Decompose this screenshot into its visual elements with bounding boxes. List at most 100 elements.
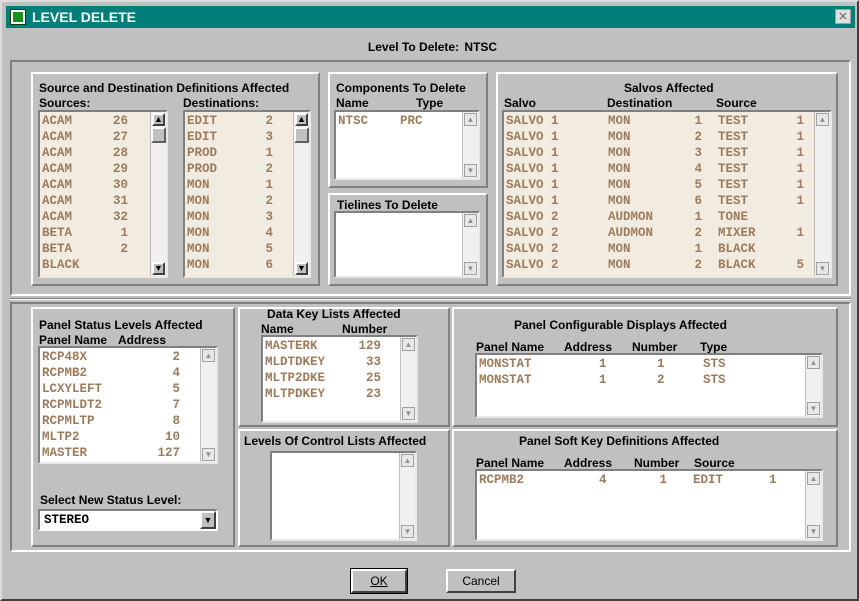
soft-key-scrollbar[interactable]: ▲ ▼ xyxy=(805,471,821,539)
scroll-down-icon[interactable]: ▼ xyxy=(807,525,820,538)
scroll-up-icon[interactable]: ▲ xyxy=(807,472,820,485)
panel-status-list[interactable]: RCP48X 2 RCPMB2 4 LCXYLEFT 5 RCPMLDT2 7 RCPMLTP 8… xyxy=(38,346,218,464)
configurable-list[interactable]: MONSTAT 1 1 STS MONSTAT 1 2 STS ▲ ▼ xyxy=(475,353,823,418)
components-list[interactable]: NTSC PRC ▲ ▼ xyxy=(334,110,480,180)
scroll-down-icon[interactable]: ▼ xyxy=(816,262,829,275)
scroll-down-icon[interactable]: ▼ xyxy=(295,262,308,275)
panel-status-row-cell: 8 xyxy=(172,414,180,428)
salvo-row-cell: 1 xyxy=(694,242,702,256)
cancel-button[interactable]: Cancel xyxy=(446,569,516,593)
scroll-up-icon[interactable]: ▲ xyxy=(295,113,308,126)
salvo-row-cell: BLACK xyxy=(718,242,756,256)
salvo-row[interactable]: SALVO 1 MON 2 TEST 1 xyxy=(506,130,830,144)
panel-status-row[interactable]: RCPMB2 4 xyxy=(42,366,216,380)
panel-status-scrollbar[interactable]: ▲ ▼ xyxy=(200,348,216,462)
destination-row-cell: 3 xyxy=(265,130,273,144)
salvo-row-cell: MON xyxy=(608,194,631,208)
panel-status-row[interactable]: RCP48X 2 xyxy=(42,350,216,364)
scroll-up-icon[interactable]: ▲ xyxy=(464,113,477,126)
configurable-row[interactable]: MONSTAT 1 2 STS xyxy=(479,373,821,387)
destinations-list[interactable]: EDIT 2 EDIT 3 PROD 1 PROD 2 MON 1 MON 2 MON 3 MON 4 MON 5… xyxy=(183,110,311,278)
scroll-up-icon[interactable]: ▲ xyxy=(816,113,829,126)
salvo-row[interactable]: SALVO 1 MON 5 TEST 1 xyxy=(506,178,830,192)
panel-status-row[interactable]: MASTER 127 xyxy=(42,446,216,460)
soft-key-row[interactable]: RCPMB2 4 1 EDIT 1 xyxy=(479,473,821,487)
salvo-row-cell: TEST xyxy=(718,146,749,160)
scroll-down-icon[interactable]: ▼ xyxy=(401,525,414,538)
configurable-row[interactable]: MONSTAT 1 1 STS xyxy=(479,357,821,371)
source-row-cell: 2 xyxy=(120,242,128,256)
scroll-thumb[interactable] xyxy=(151,127,166,143)
data-key-row[interactable]: MASTERK 129 xyxy=(265,339,416,353)
salvo-row-cell: TEST xyxy=(718,194,749,208)
configurable-scrollbar[interactable]: ▲ ▼ xyxy=(805,355,821,416)
destinations-scrollbar[interactable]: ▲ ▼ xyxy=(293,112,309,276)
scroll-up-icon[interactable]: ▲ xyxy=(807,356,820,369)
component-row[interactable]: NTSC PRC xyxy=(338,114,478,128)
salvo-row-cell: TEST xyxy=(718,162,749,176)
sources-list[interactable]: ACAM 26 ACAM 27 ACAM 28 ACAM 29 ACAM 30 ACAM 31 ACAM… xyxy=(38,110,168,278)
data-key-row[interactable]: MLTPDKEY 23 xyxy=(265,387,416,401)
level-delete-dialog: LEVEL DELETE ✕ Level To Delete: NTSC Sou… xyxy=(0,0,859,601)
salvo-row[interactable]: SALVO 2 MON 1 BLACK xyxy=(506,242,830,256)
status-level-select[interactable]: STEREO ▼ xyxy=(38,509,218,531)
salvo-row[interactable]: SALVO 1 MON 3 TEST 1 xyxy=(506,146,830,160)
salvo-row[interactable]: SALVO 1 MON 6 TEST 1 xyxy=(506,194,830,208)
salvo-row-cell: 1 xyxy=(694,210,702,224)
destination-row-cell: MON xyxy=(187,210,210,224)
levels-control-scrollbar[interactable]: ▲ ▼ xyxy=(399,453,415,539)
source-row-cell: ACAM xyxy=(42,178,73,192)
scroll-down-icon[interactable]: ▼ xyxy=(464,262,477,275)
scroll-up-icon[interactable]: ▲ xyxy=(202,349,215,362)
salvo-row[interactable]: SALVO 2 AUDMON 2 MIXER 1 xyxy=(506,226,830,240)
salvo-row[interactable]: SALVO 2 AUDMON 1 TONE xyxy=(506,210,830,224)
chevron-down-icon[interactable]: ▼ xyxy=(200,511,216,529)
salvo-row[interactable]: SALVO 1 MON 1 TEST 1 xyxy=(506,114,830,128)
scroll-down-icon[interactable]: ▼ xyxy=(464,164,477,177)
scroll-thumb[interactable] xyxy=(294,127,309,143)
source-row-cell: 29 xyxy=(112,162,128,176)
soft-key-header-number: Number xyxy=(634,456,680,470)
tielines-list[interactable]: ▲ ▼ xyxy=(334,211,480,278)
scroll-down-icon[interactable]: ▼ xyxy=(807,402,820,415)
scroll-down-icon[interactable]: ▼ xyxy=(402,407,415,420)
scroll-up-icon[interactable]: ▲ xyxy=(402,338,415,351)
data-key-list[interactable]: MASTERK 129 MLDTDKEY 33 MLTP2DKE 25 MLTPDKEY 23… xyxy=(261,335,418,423)
salvos-list[interactable]: SALVO 1 MON 1 TEST 1 SALVO 1 MON 2 TEST 1 SALVO 1 M… xyxy=(502,110,832,278)
scroll-down-icon[interactable]: ▼ xyxy=(202,448,215,461)
data-key-row[interactable]: MLTP2DKE 25 xyxy=(265,371,416,385)
panel-status-row[interactable]: LCXYLEFT 5 xyxy=(42,382,216,396)
data-key-row-cell: MLDTDKEY xyxy=(265,355,326,369)
destination-row-cell: PROD xyxy=(187,162,218,176)
panel-status-title: Panel Status Levels Affected xyxy=(39,318,203,332)
cancel-button-label: Cancel xyxy=(462,574,500,588)
salvo-row[interactable]: SALVO 2 MON 2 BLACK 5 xyxy=(506,258,830,272)
data-key-scrollbar[interactable]: ▲ ▼ xyxy=(400,337,416,421)
window-title: LEVEL DELETE xyxy=(32,9,136,25)
scroll-up-icon[interactable]: ▲ xyxy=(464,214,477,227)
panel-status-row[interactable]: RCPMLTP 8 xyxy=(42,414,216,428)
scroll-up-icon[interactable]: ▲ xyxy=(401,454,414,467)
components-scrollbar[interactable]: ▲ ▼ xyxy=(462,112,478,178)
ok-button[interactable]: OK xyxy=(350,568,408,594)
data-key-row-cell: 129 xyxy=(358,339,381,353)
panel-status-row[interactable]: MLTP2 10 xyxy=(42,430,216,444)
component-row-cell: NTSC xyxy=(338,114,369,128)
salvos-scrollbar[interactable]: ▲ ▼ xyxy=(814,112,830,276)
data-key-row[interactable]: MLDTDKEY 33 xyxy=(265,355,416,369)
sources-scrollbar[interactable]: ▲ ▼ xyxy=(150,112,166,276)
scroll-up-icon[interactable]: ▲ xyxy=(152,113,165,126)
panel-status-row[interactable]: RCPMLDT2 7 xyxy=(42,398,216,412)
soft-key-row-cell: 1 xyxy=(659,473,667,487)
data-key-title: Data Key Lists Affected xyxy=(267,307,401,321)
data-key-row-cell: MASTERK xyxy=(265,339,318,353)
salvo-row-cell: SALVO 1 xyxy=(506,114,559,128)
scroll-down-icon[interactable]: ▼ xyxy=(152,262,165,275)
levels-control-list[interactable]: ▲ ▼ xyxy=(270,451,417,541)
soft-key-list[interactable]: RCPMB2 4 1 EDIT 1 ▲ ▼ xyxy=(475,469,823,541)
tielines-scrollbar[interactable]: ▲ ▼ xyxy=(462,213,478,276)
salvo-row[interactable]: SALVO 1 MON 4 TEST 1 xyxy=(506,162,830,176)
salvo-row-cell: MON xyxy=(608,130,631,144)
close-button[interactable]: ✕ xyxy=(835,9,851,24)
salvo-row-cell: SALVO 1 xyxy=(506,130,559,144)
